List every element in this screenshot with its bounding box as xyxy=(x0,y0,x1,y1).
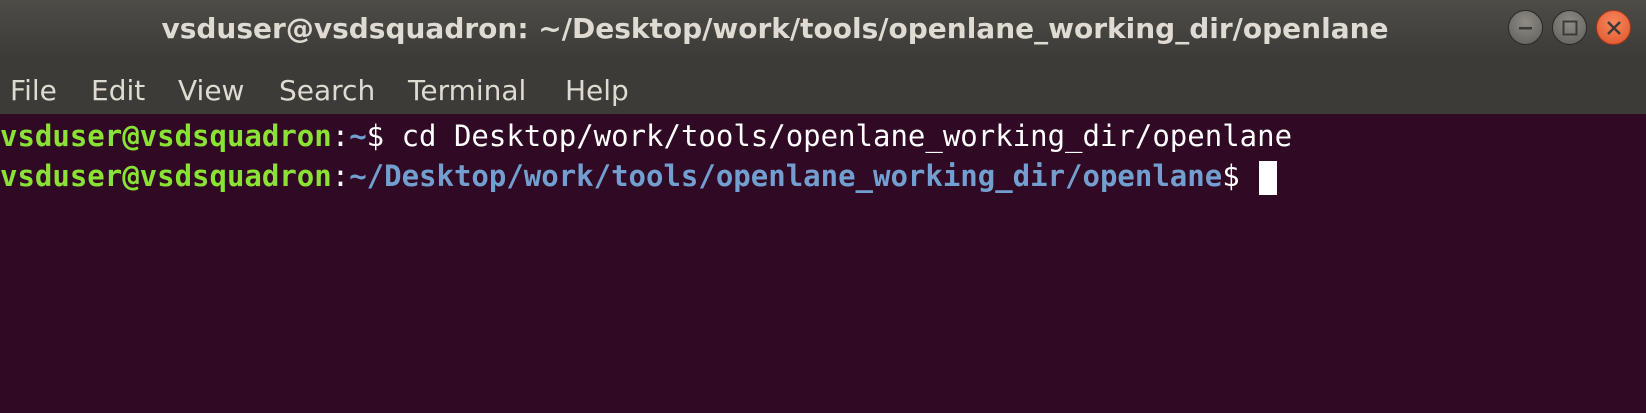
menu-bar: File Edit View Search Terminal Help xyxy=(0,58,1646,114)
prompt-user: vsduser@vsdsquadron xyxy=(0,159,332,193)
maximize-button[interactable] xyxy=(1552,10,1587,45)
prompt-separator: : xyxy=(331,119,350,153)
prompt-symbol: $ xyxy=(366,119,402,153)
window-title: vsduser@vsdsquadron: ~/Desktop/work/tool… xyxy=(161,12,1389,45)
close-icon xyxy=(1607,21,1621,35)
title-bar[interactable]: vsduser@vsdsquadron: ~/Desktop/work/tool… xyxy=(0,0,1646,58)
menu-search[interactable]: Search xyxy=(279,58,375,114)
minimize-icon xyxy=(1519,27,1532,30)
prompt-user: vsduser@vsdsquadron xyxy=(0,119,332,153)
command-text: cd Desktop/work/tools/openlane_working_d… xyxy=(401,119,1293,153)
terminal-area[interactable]: vsduser@vsdsquadron:~$ cd Desktop/work/t… xyxy=(0,114,1646,413)
text-cursor xyxy=(1259,161,1278,195)
terminal-window: vsduser@vsdsquadron: ~/Desktop/work/tool… xyxy=(0,0,1646,413)
terminal-line: vsduser@vsdsquadron:~/Desktop/work/tools… xyxy=(0,156,1278,196)
prompt-separator: : xyxy=(331,159,350,193)
prompt-symbol: $ xyxy=(1222,159,1258,193)
terminal-line: vsduser@vsdsquadron:~$ cd Desktop/work/t… xyxy=(0,116,1292,156)
menu-edit[interactable]: Edit xyxy=(91,58,145,114)
minimize-button[interactable] xyxy=(1508,10,1543,45)
close-button[interactable] xyxy=(1596,10,1631,45)
menu-file[interactable]: File xyxy=(10,58,57,114)
menu-view[interactable]: View xyxy=(178,58,244,114)
menu-help[interactable]: Help xyxy=(565,58,629,114)
menu-terminal[interactable]: Terminal xyxy=(408,58,526,114)
prompt-path: ~ xyxy=(349,119,367,153)
maximize-icon xyxy=(1562,20,1578,36)
prompt-path: ~/Desktop/work/tools/openlane_working_di… xyxy=(349,159,1223,193)
